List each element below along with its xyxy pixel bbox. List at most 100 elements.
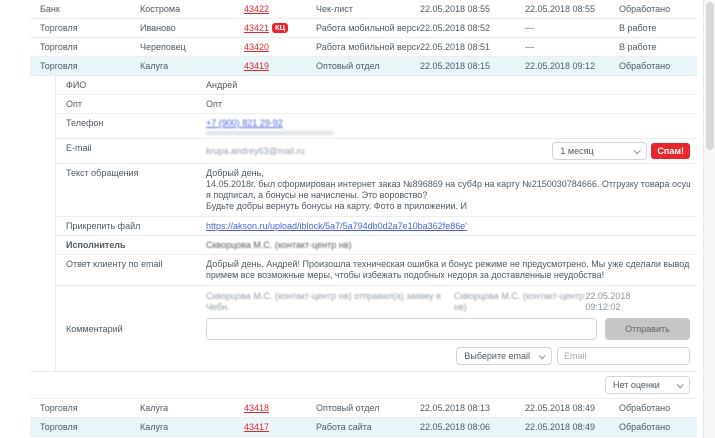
attachment-link[interactable]: https://akson.ru/upload/iblock/5a7/5a794…: [206, 221, 467, 231]
field-value-fio: Андрей: [206, 80, 238, 90]
detail-row-executor: Исполнитель Скворцова М.С. (контакт-цент…: [56, 236, 697, 255]
message-line: Добрый день,: [206, 168, 264, 178]
email-value: krupa.andrey63@mail.ru: [206, 146, 305, 156]
detail-row-opt: Опт Опт: [56, 95, 697, 114]
email-select-value: Выберите email: [464, 351, 530, 361]
ticket-status: Обработано: [619, 4, 671, 14]
comment-input[interactable]: [206, 318, 597, 340]
message-line: я подписал, а бонусы не начислены. Это в…: [206, 190, 428, 200]
ticket-created-date: 22.05.2018 08:52: [420, 23, 491, 33]
field-label-opt: Опт: [66, 99, 82, 109]
ticket-created-date: 22.05.2018 08:51: [420, 42, 491, 52]
ticket-row[interactable]: Торговля Калуга 43417 Работа сайта 22.05…: [30, 418, 697, 437]
comment-input-row: Отправить: [206, 318, 690, 340]
email-input[interactable]: [557, 347, 690, 365]
ticket-number-link[interactable]: 43417: [244, 422, 269, 432]
comment-history-left: Скворцова М.С. (контакт-центр нв) отправ…: [206, 291, 441, 312]
ticket-processed-date: 22.05.2018 09:12: [525, 61, 596, 71]
ticket-topic: Работа мобильной версии: [316, 42, 420, 52]
scrollbar[interactable]: [703, 0, 715, 438]
ticket-status: Обработано: [619, 61, 671, 71]
ticket-category: Торговля: [40, 23, 78, 33]
field-value-opt: Опт: [206, 99, 222, 109]
ticket-topic: Оптовый отдел: [316, 403, 380, 413]
ticket-topic: Чек-лист: [316, 4, 353, 14]
reply-line: Добрый день, Андрей! Произошла техническ…: [206, 259, 690, 269]
ticket-row[interactable]: Торговля Череповец 43420 Работа мобильно…: [30, 38, 697, 57]
ticket-status: Обработано: [619, 422, 671, 432]
ticket-category: Торговля: [40, 403, 78, 413]
ticket-number-cell: 43420: [244, 42, 316, 52]
field-label-reply: Ответ клиенту по email: [66, 259, 163, 269]
scrollbar-thumb[interactable]: [705, 2, 714, 150]
comment-block: Скворцова М.С. (контакт-центр нв) отправ…: [206, 286, 697, 371]
ticket-table-top: Банк Кострома 43422 Чек-лист 22.05.2018 …: [30, 0, 697, 76]
ticket-number-cell: 43419: [244, 61, 316, 71]
ticket-processed-date: 22.05.2018 08:55: [525, 4, 596, 14]
field-label-attachment: Прикрепить файл: [66, 221, 141, 231]
ticket-number-link[interactable]: 43420: [244, 42, 269, 52]
comment-history-author: Скворцова М.С. (контакт-центр нв): [453, 291, 585, 312]
period-select-value: 1 месяц: [560, 146, 594, 156]
ticket-number-cell: 43417: [244, 422, 316, 432]
field-label-phone: Телефон: [66, 118, 104, 128]
ticket-created-date: 22.05.2018 08:15: [420, 61, 491, 71]
executor-name: Скворцова М.С. (контакт-центр нв): [206, 240, 352, 250]
message-text: Добрый день, 14.05.2018г. был сформирован…: [206, 164, 697, 216]
ticket-row[interactable]: Торговля Калуга 43419 Оптовый отдел 22.0…: [30, 57, 697, 76]
ticket-category: Торговля: [40, 61, 78, 71]
ticket-city: Череповец: [140, 42, 186, 52]
ticket-row[interactable]: Банк Кострома 43422 Чек-лист 22.05.2018 …: [30, 0, 697, 19]
ticket-row[interactable]: Торговля Калуга 43418 Оптовый отдел 22.0…: [30, 399, 697, 418]
chevron-down-icon: [538, 351, 546, 359]
rating-select-value: Нет оценки: [613, 380, 660, 390]
ticket-row[interactable]: Торговля Иваново 43421 КЦ Работа мобильно…: [30, 19, 697, 38]
field-value-email: krupa.andrey63@mail.ru 1 месяц Спам!: [206, 139, 697, 163]
ticket-created-date: 22.05.2018 08:13: [420, 403, 491, 413]
ticket-processed-date: 22.05.2018 08:49: [525, 422, 596, 432]
rating-bar: Нет оценки: [30, 371, 697, 399]
detail-row-fio: ФИО Андрей: [56, 76, 697, 95]
ticket-number-link[interactable]: 43418: [244, 403, 269, 413]
ticket-city: Иваново: [140, 23, 176, 33]
ticket-status: В работе: [619, 42, 657, 52]
email-select[interactable]: Выберите email: [456, 347, 552, 365]
chevron-down-icon: [676, 380, 684, 388]
ticket-number-cell: 43421 КЦ: [244, 22, 316, 34]
field-label-message: Текст обращения: [66, 168, 139, 178]
send-button[interactable]: Отправить: [605, 318, 690, 340]
ticket-status: В работе: [619, 23, 657, 33]
ticket-topic: Работа сайта: [316, 422, 372, 432]
field-label-comment: Комментарий: [66, 323, 123, 334]
period-select[interactable]: 1 месяц: [552, 142, 648, 160]
ticket-topic: Работа мобильной версии: [316, 23, 420, 33]
ticket-category: Банк: [40, 4, 60, 14]
field-label-fio: ФИО: [66, 80, 87, 90]
email-send-row: Выберите email: [206, 347, 690, 365]
comment-history: Скворцова М.С. (контакт-центр нв) отправ…: [206, 291, 690, 313]
ticket-processed-date: 22.05.2018 08:49: [525, 403, 596, 413]
ticket-processed-date: ---: [525, 23, 534, 33]
ticket-category: Торговля: [40, 422, 78, 432]
field-label-email: E-mail: [66, 143, 92, 153]
message-line: Будьте добры вернуть бонусы на карту. Фо…: [206, 201, 467, 211]
rating-select[interactable]: Нет оценки: [605, 376, 690, 394]
field-value-phone: +7 (900) 821 29-92: [206, 114, 697, 138]
field-label-executor: Исполнитель: [66, 240, 126, 250]
ticket-number-link[interactable]: 43422: [244, 4, 269, 14]
ticket-city: Калуга: [140, 61, 169, 71]
ticket-table-bottom: Торговля Калуга 43418 Оптовый отдел 22.0…: [30, 399, 697, 438]
ticket-city: Калуга: [140, 422, 169, 432]
detail-row-reply: Ответ клиенту по email Добрый день, Андр…: [56, 255, 697, 286]
message-line: 14.05.2018г. был сформирован интернет за…: [206, 179, 690, 189]
ticket-created-date: 22.05.2018 08:55: [420, 4, 491, 14]
spam-button[interactable]: Спам!: [651, 143, 690, 159]
ticket-topic: Оптовый отдел: [316, 61, 380, 71]
phone-link[interactable]: +7 (900) 821 29-92: [206, 118, 283, 128]
ticket-number-link[interactable]: 43419: [244, 61, 269, 71]
ticket-number-cell: 43418: [244, 403, 316, 413]
redacted-text: [206, 131, 334, 135]
detail-row-message: Текст обращения Добрый день, 14.05.2018г.…: [56, 164, 697, 217]
ticket-number-cell: 43422: [244, 4, 316, 14]
ticket-number-link[interactable]: 43421: [244, 23, 269, 33]
